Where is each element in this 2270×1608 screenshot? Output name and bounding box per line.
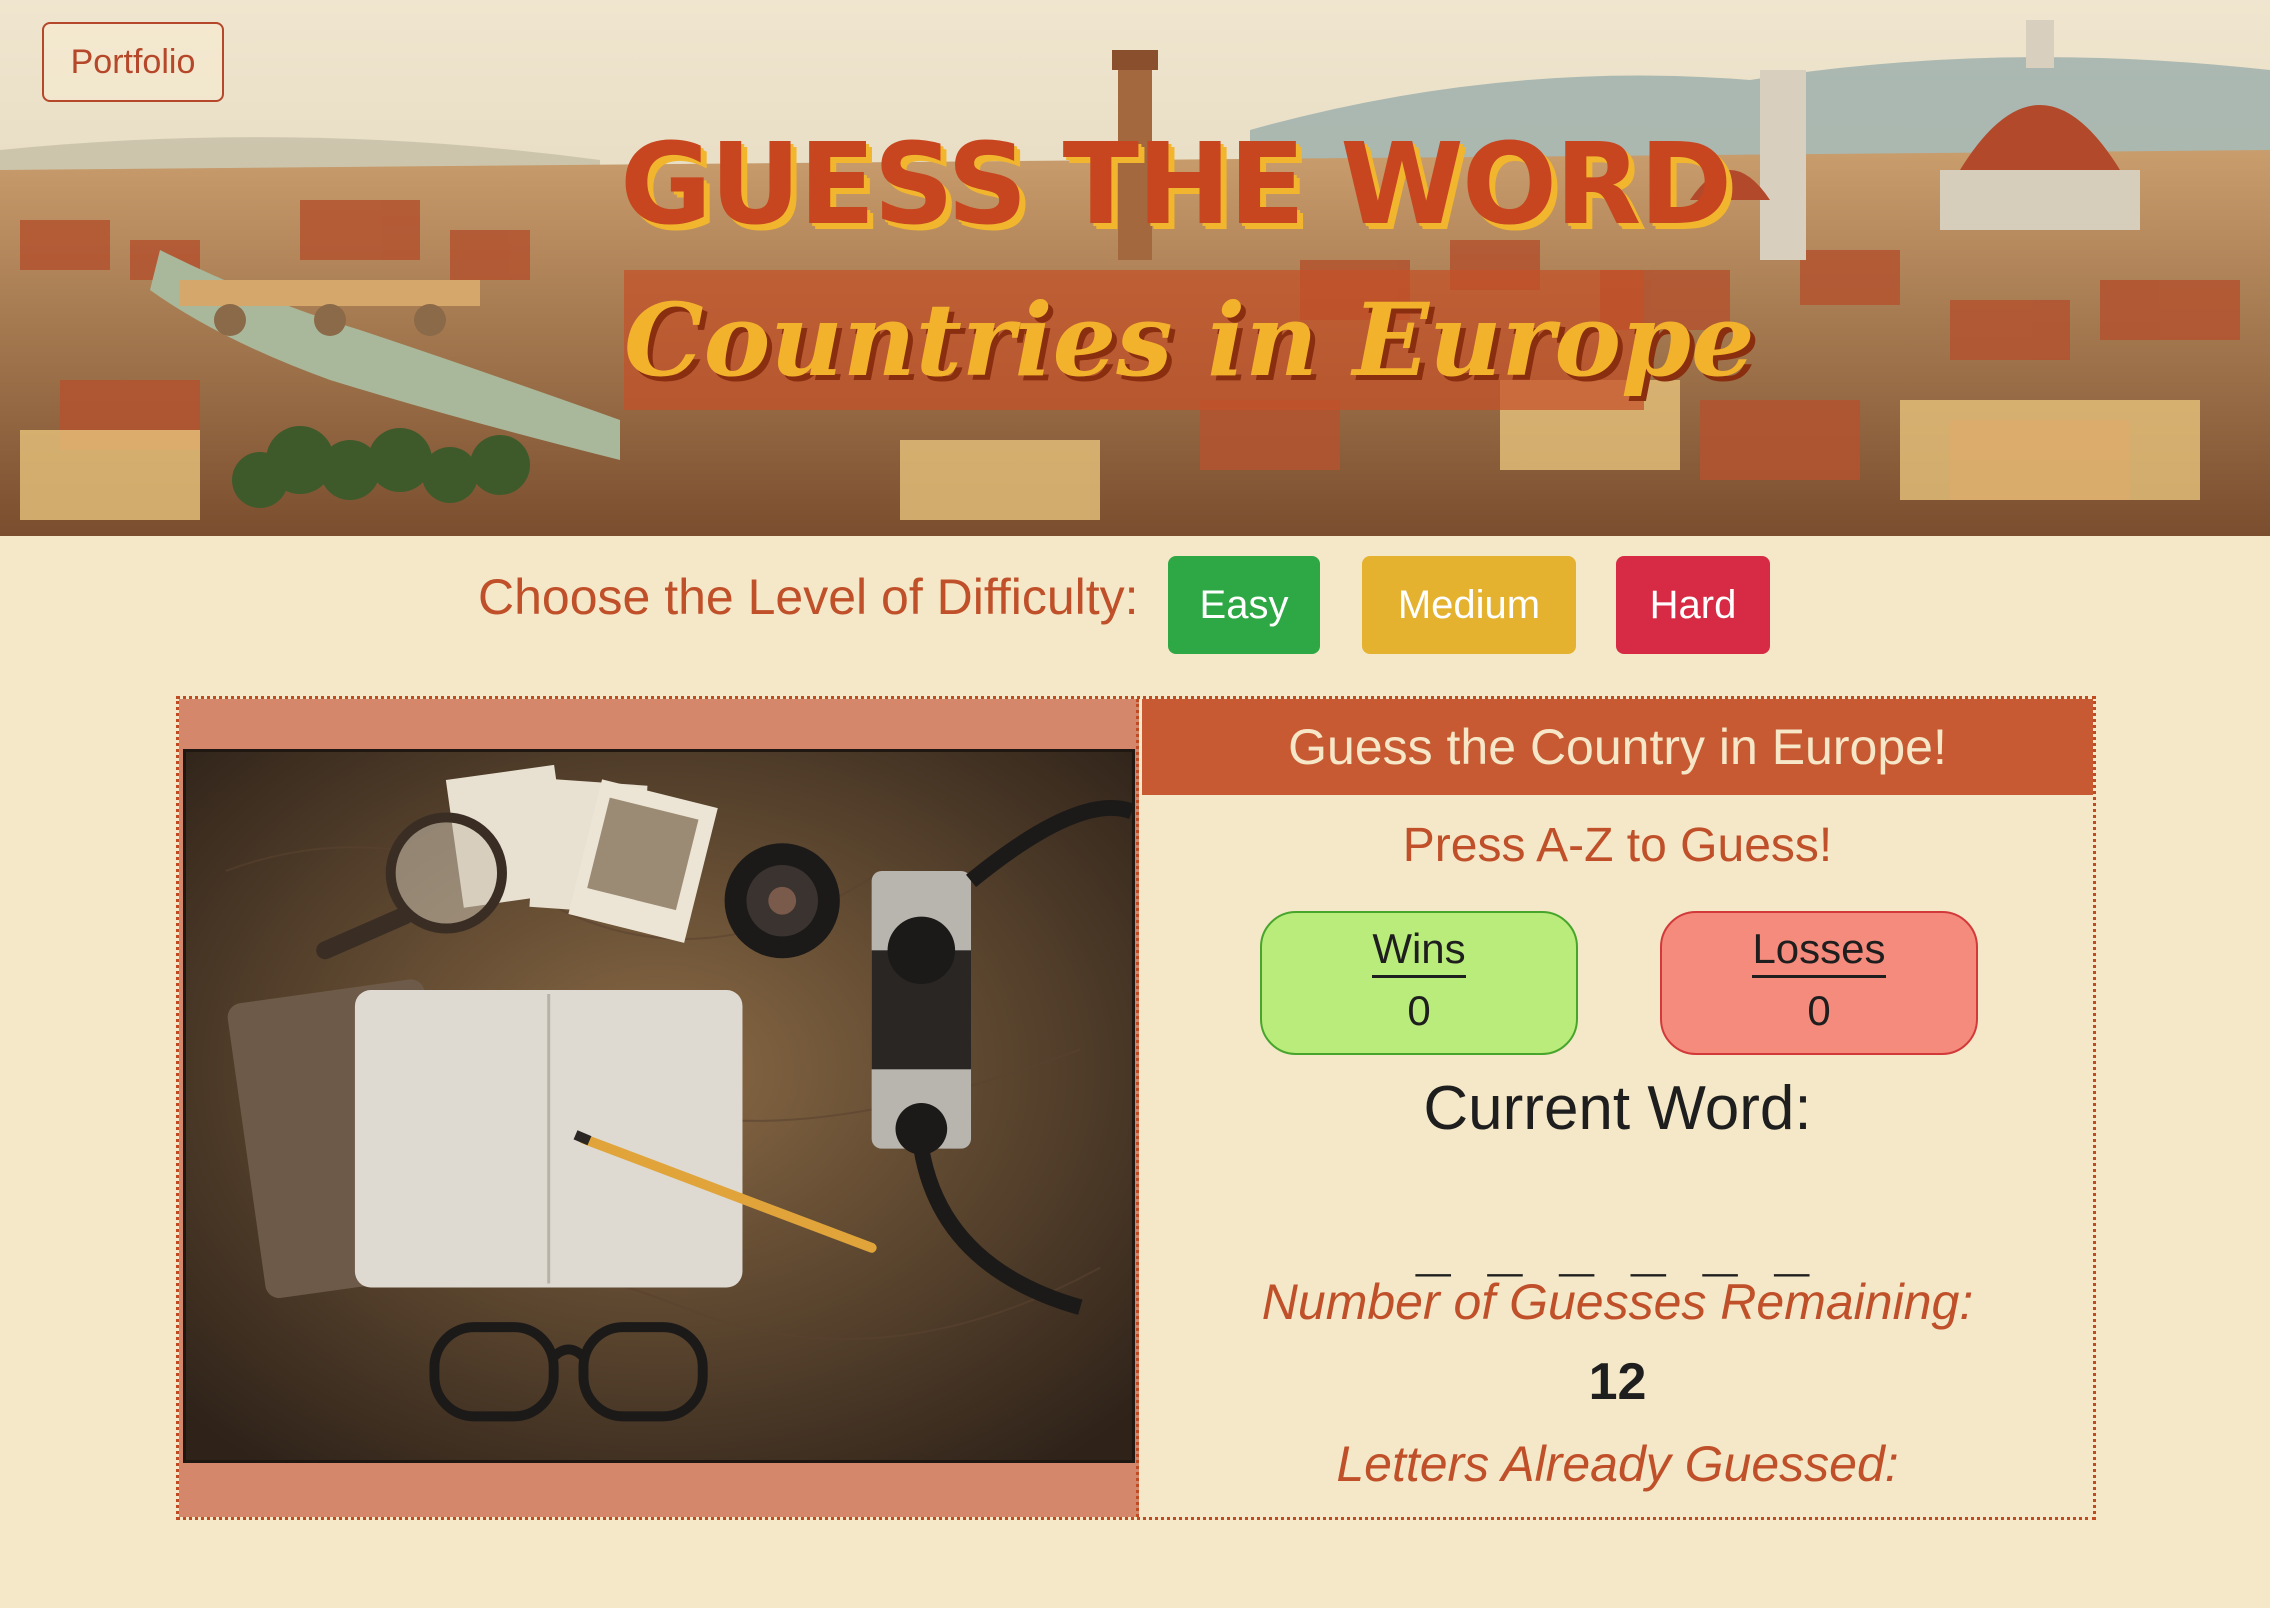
medium-button[interactable]: Medium [1362,556,1576,654]
game-panel: Guess the Country in Europe! Press A-Z t… [176,696,2096,1520]
easy-button[interactable]: Easy [1168,556,1320,654]
losses-card: Losses 0 [1660,911,1978,1055]
wins-value: 0 [1407,987,1431,1034]
travel-desk-photo [183,749,1135,1463]
instruction-text: Press A-Z to Guess! [1402,819,1833,872]
difficulty-label: Choose the Level of Difficulty: [478,569,1139,625]
florence-cityscape-image [0,0,2270,536]
game-title: GUESS THE WORD [620,120,1732,250]
game-header: Guess the Country in Europe! [1142,699,2093,795]
losses-value: 0 [1807,987,1831,1034]
hero-banner: Portfolio GUESS THE WORD Countries in Eu… [0,0,2270,536]
guesses-remaining-label: Number of Guesses Remaining: [1261,1274,1974,1330]
wins-label: Wins [1372,923,1466,978]
image-column [179,699,1139,1517]
travel-desk-illustration [186,752,1132,1460]
game-column: Guess the Country in Europe! Press A-Z t… [1142,699,2093,1517]
portfolio-button[interactable]: Portfolio [42,22,224,102]
game-subtitle: Countries in Europe [624,281,1755,399]
current-word-label: Current Word: [1423,1074,1812,1143]
guesses-remaining-value: 12 [1588,1353,1647,1411]
hard-button[interactable]: Hard [1616,556,1770,654]
losses-label: Losses [1752,923,1886,978]
letters-guessed-label: Letters Already Guessed: [1336,1436,1899,1492]
wins-card: Wins 0 [1260,911,1578,1055]
